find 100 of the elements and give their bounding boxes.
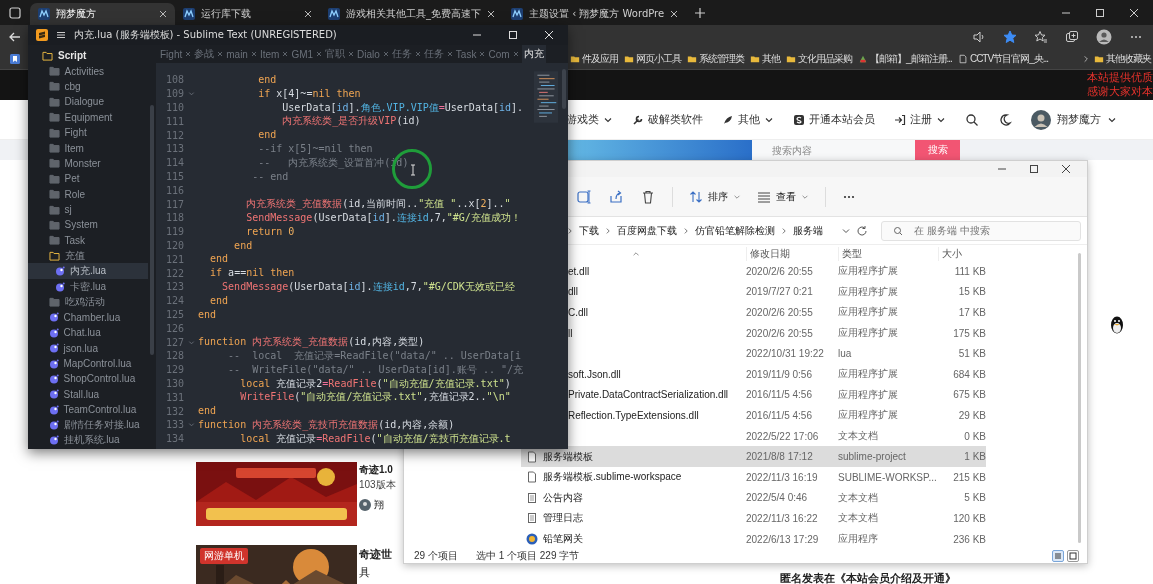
sidebar-item[interactable]: Dialogue <box>28 94 148 110</box>
file-row[interactable]: 铅笔网关 2022/6/13 17:29 应用程序 236 KB <box>521 528 986 550</box>
sidebar-item[interactable]: Equipment <box>28 109 148 125</box>
type-cell-text: 应用程序扩展 <box>838 408 899 423</box>
sidebar-item[interactable]: Chamber.lua <box>28 309 148 326</box>
browser-tab[interactable]: 游戏相关其他工具_免费高速下 <box>320 3 503 25</box>
bookmark[interactable]: CCTV节目官网_央... <box>957 51 1049 66</box>
close-icon[interactable] <box>1061 164 1071 174</box>
collections-icon[interactable] <box>1065 29 1079 44</box>
close-icon[interactable] <box>487 10 495 18</box>
tab-actions-icon[interactable] <box>8 5 22 20</box>
tiles-view-icon[interactable] <box>1067 550 1079 562</box>
sort-button[interactable]: 排序 <box>689 189 741 204</box>
browser-tab[interactable]: 翔梦魔方 <box>30 3 175 25</box>
browser-tab[interactable]: 主题设置 ‹ 翔梦魔方 WordPre <box>503 3 687 25</box>
close-icon[interactable] <box>304 10 312 18</box>
user-menu[interactable]: 翔梦魔方 <box>1031 109 1117 130</box>
site-icon <box>328 8 340 20</box>
maximize-icon[interactable] <box>1029 164 1039 174</box>
file-row[interactable]: 公告内容 2022/5/4 0:46 文本文档 5 KB <box>521 487 986 509</box>
chevron-icon[interactable] <box>1082 54 1090 63</box>
sidebar-item[interactable]: 充值 <box>28 248 148 264</box>
breadcrumb-item[interactable]: 服务端 <box>793 223 823 238</box>
sidebar-item[interactable]: Task <box>28 232 148 249</box>
file-row[interactable]: 2022/10/31 19:22 lua 51 KB <box>568 343 986 364</box>
profile-icon[interactable] <box>1096 28 1112 45</box>
sidebar-item[interactable]: Fight <box>28 124 148 141</box>
bookmark-folder[interactable]: 其他收藏夹 <box>1094 51 1151 66</box>
file-row[interactable]: ll 2020/2/6 20:55 应用程序扩展 175 KB <box>568 322 986 344</box>
file-row[interactable]: 2022/5/22 17:06 文本文档 0 KB <box>568 425 986 447</box>
close-icon[interactable] <box>159 10 167 18</box>
moon-icon[interactable] <box>998 112 1012 127</box>
nav-link[interactable]: 注册 <box>894 112 946 127</box>
favorites-icon[interactable] <box>1034 29 1048 44</box>
sidebar-item[interactable]: 吃鸡活动 <box>28 294 148 310</box>
sidebar-item[interactable]: Stall.lua <box>28 386 148 402</box>
file-row[interactable]: et.dll 2020/2/6 20:55 应用程序扩展 111 KB <box>568 261 986 282</box>
post-title[interactable]: 奇迹世 <box>359 545 392 563</box>
sidebar-item[interactable]: Monster <box>28 155 148 172</box>
browser-tab[interactable]: 运行库下载 <box>175 3 320 25</box>
nav-link[interactable]: 其他 <box>722 112 774 127</box>
file-row[interactable]: Reflection.TypeExtensions.dll 2016/11/5 4:56 应用程序扩展 29 KB <box>568 405 986 426</box>
details-view-icon[interactable] <box>1052 550 1064 562</box>
view-button[interactable]: 查看 <box>757 189 809 204</box>
sidebar-item[interactable]: ShopControl.lua <box>28 371 148 387</box>
star-icon[interactable] <box>1003 29 1017 44</box>
sidebar-item[interactable]: 内充.lua <box>28 263 148 279</box>
file-row[interactable]: Private.DataContractSerialization.dll 2016/11/5 4:56 应用程序扩展 675 KB <box>568 384 986 406</box>
bookmark[interactable]: 网页小工具 <box>624 51 681 66</box>
file-row[interactable]: soft.Json.dll 2019/11/9 0:56 应用程序扩展 684 KB <box>568 363 986 385</box>
file-row[interactable]: C.dll 2020/2/6 20:55 应用程序扩展 17 KB <box>568 302 986 323</box>
sidebar-item[interactable]: json.lua <box>28 340 148 356</box>
sidebar-item[interactable]: System <box>28 217 148 233</box>
new-tab-icon[interactable] <box>694 6 707 19</box>
column-header[interactable]: 修改日期 <box>746 247 838 261</box>
file-row[interactable]: dll 2019/7/27 0:21 应用程序扩展 15 KB <box>568 281 986 303</box>
speaker-icon[interactable] <box>972 29 986 44</box>
sidebar-item[interactable]: Activities <box>28 63 148 79</box>
nav-link[interactable]: 破解类软件 <box>632 112 703 127</box>
sidebar-item[interactable]: TeamControl.lua <box>28 402 148 418</box>
rename-icon[interactable] <box>576 188 592 205</box>
scrollbar[interactable] <box>150 105 154 355</box>
delete-icon[interactable] <box>640 188 656 205</box>
bookmark[interactable]: 件及应用 <box>570 51 618 66</box>
breadcrumb-item[interactable]: 百度网盘下载 <box>617 223 677 238</box>
post-title[interactable]: 奇迹1.0 <box>359 462 396 477</box>
sidebar-item[interactable]: Role <box>28 186 148 202</box>
bookmark[interactable]: 文化用品采购 <box>786 51 852 66</box>
nav-link[interactable]: 开通本站会员 <box>793 112 875 127</box>
search-field[interactable]: 在 服务端 中搜索 <box>881 220 1081 241</box>
bookmark-icon[interactable] <box>8 51 22 66</box>
close-icon[interactable] <box>670 10 679 18</box>
sidebar-item[interactable]: 挂机系统.lua <box>28 432 148 449</box>
sidebar-item[interactable]: MapControl.lua <box>28 355 148 372</box>
share-icon[interactable] <box>608 188 624 205</box>
breadcrumb-item[interactable]: 下载 <box>579 223 599 238</box>
search-icon[interactable] <box>965 112 979 127</box>
column-header[interactable]: 类型 <box>838 247 938 261</box>
sidebar-item[interactable]: cbg <box>28 78 148 95</box>
column-header[interactable]: 大小 <box>938 247 986 261</box>
sidebar-item[interactable]: Script <box>28 48 148 64</box>
file-row[interactable]: 服务端模板 2021/8/8 17:12 sublime-project 1 KB <box>521 446 986 467</box>
scrollbar[interactable] <box>1078 253 1081 543</box>
search-field[interactable]: 搜索内容 <box>752 140 915 160</box>
sidebar-item[interactable]: Item <box>28 140 148 156</box>
file-tab[interactable]: 内充 <box>521 45 546 63</box>
bookmark[interactable]: 【邮箱】_邮箱注册... <box>858 51 952 66</box>
penguin-icon[interactable] <box>1109 315 1125 335</box>
sidebar-item[interactable]: 剧情任务对接.lua <box>28 417 148 433</box>
file-row[interactable]: 管理日志 2022/11/3 16:22 文本文档 120 KB <box>521 508 986 529</box>
sidebar-item[interactable]: 卡密.lua <box>28 278 148 295</box>
breadcrumb-item[interactable]: 仿官铅笔解除检测 <box>695 223 775 238</box>
bookmark[interactable]: 系统管理类 <box>687 51 744 66</box>
refresh-icon[interactable] <box>856 224 868 237</box>
menu-icon[interactable] <box>55 29 67 41</box>
sidebar-item[interactable]: sj <box>28 201 148 218</box>
sidebar-item[interactable]: Chat.lua <box>28 325 148 341</box>
sidebar-item[interactable]: Pet <box>28 171 148 187</box>
bookmark[interactable]: 其他 <box>750 51 780 66</box>
file-row[interactable]: 服务端模板.sublime-workspace 2022/11/3 16:19 SUBLIME-WORKSP... 215 KB <box>521 466 986 488</box>
